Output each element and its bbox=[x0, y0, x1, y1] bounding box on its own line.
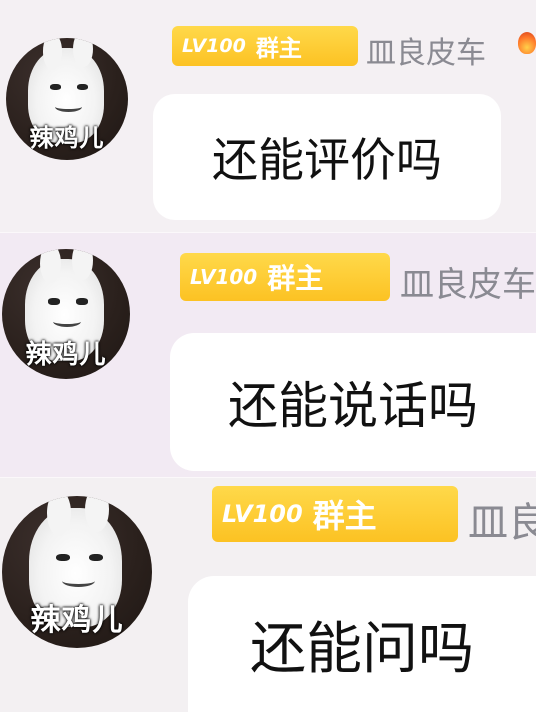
group-owner-badge: LV100 群主 bbox=[172, 26, 358, 66]
avatar-caption: 辣鸡儿 bbox=[29, 123, 105, 152]
group-owner-badge: LV100 群主 bbox=[212, 486, 458, 542]
chat-message-2: 辣鸡儿 LV100 群主 皿良皮车 还能说话吗 bbox=[0, 233, 536, 478]
chat-message-3: 辣鸡儿 LV100 群主 皿良 还能问吗 bbox=[0, 478, 536, 712]
chat-message-1: 辣鸡儿 LV100 群主 皿良皮车 还能评价吗 bbox=[0, 0, 536, 233]
message-bubble[interactable]: 还能说话吗 bbox=[170, 333, 536, 471]
level-label: LV100 bbox=[222, 500, 303, 528]
level-label: LV100 bbox=[182, 35, 246, 57]
message-text: 还能评价吗 bbox=[212, 133, 442, 187]
group-owner-badge: LV100 群主 bbox=[180, 253, 390, 301]
avatar-caption: 辣鸡儿 bbox=[25, 340, 107, 371]
message-text: 还能问吗 bbox=[250, 616, 474, 682]
role-label: 群主 bbox=[267, 262, 324, 295]
role-label: 群主 bbox=[255, 36, 302, 62]
level-label: LV100 bbox=[190, 265, 258, 289]
fire-icon bbox=[518, 32, 536, 54]
bunny-avatar-icon[interactable]: 辣鸡儿 bbox=[2, 496, 152, 648]
role-label: 群主 bbox=[312, 497, 377, 535]
message-text: 还能说话吗 bbox=[228, 377, 478, 435]
sender-name[interactable]: 皿良 bbox=[468, 490, 536, 548]
avatar-caption: 辣鸡儿 bbox=[30, 602, 124, 638]
message-bubble[interactable]: 还能评价吗 bbox=[153, 94, 501, 220]
bunny-avatar-icon[interactable]: 辣鸡儿 bbox=[2, 249, 130, 379]
bunny-avatar-icon[interactable]: 辣鸡儿 bbox=[6, 38, 128, 160]
sender-name[interactable]: 皿良皮车 bbox=[400, 257, 536, 306]
sender-name[interactable]: 皿良皮车 bbox=[366, 28, 486, 72]
message-bubble[interactable]: 还能问吗 bbox=[188, 576, 536, 712]
